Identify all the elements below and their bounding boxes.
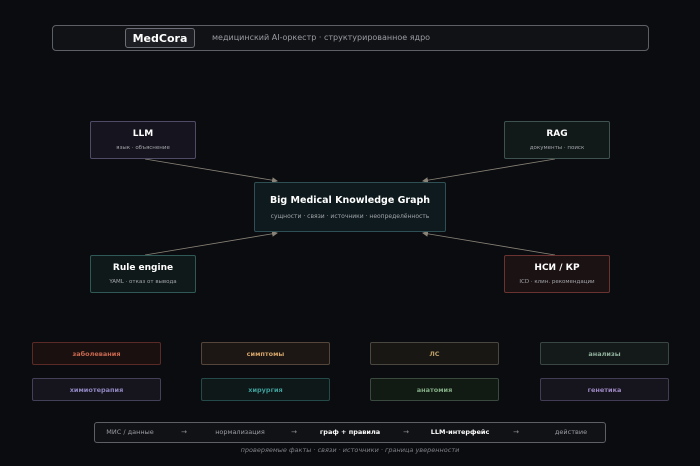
pipeline-bar: МИС / данные → нормализация → граф + пра… [94,422,606,443]
category-surgery[interactable]: хирургия [201,378,330,401]
arrow-llm-to-graph [144,158,278,184]
pipeline-arrow: → [291,428,297,436]
category-anatomy[interactable]: анатомия [370,378,499,401]
category-lab-tests[interactable]: анализы [540,342,669,365]
pipeline-step-llm-interface: LLM-интерфейс [430,428,490,436]
category-genetics[interactable]: генетика [540,378,669,401]
footer-caption: проверяемые факты · связи · источники · … [240,446,460,454]
node-rag-title: RAG [546,129,568,139]
node-llm[interactable]: LLM язык · объяснение [90,121,196,159]
node-llm-title: LLM [132,129,154,139]
pipeline-step-graph-rules: граф + правила [319,428,381,436]
node-nsi-kr-subtitle: ICD · клин. рекомендации [519,279,595,285]
node-rule-engine-title: Rule engine [112,263,174,273]
arrow-rag-to-graph [422,158,556,184]
node-llm-subtitle: язык · объяснение [116,145,170,151]
arrow-rule-to-graph [144,230,278,256]
category-chemotherapy[interactable]: химиотерапия [32,378,161,401]
node-rag[interactable]: RAG документы · поиск [504,121,610,159]
category-drugs[interactable]: ЛС [370,342,499,365]
node-knowledge-graph-title: Big Medical Knowledge Graph [269,194,431,206]
pipeline-step-source: МИС / данные [106,428,154,436]
node-rule-engine-subtitle: YAML · отказ от вывода [109,279,177,285]
pipeline-arrow: → [513,428,519,436]
arrow-nsi-to-graph [422,230,556,256]
node-nsi-kr[interactable]: НСИ / КР ICD · клин. рекомендации [504,255,610,293]
node-nsi-kr-title: НСИ / КР [534,263,580,273]
pipeline-arrow: → [181,428,187,436]
category-symptoms[interactable]: симптомы [201,342,330,365]
node-rag-subtitle: документы · поиск [529,145,585,151]
node-knowledge-graph-subtitle: сущности · связи · источники · неопредел… [270,212,430,220]
pipeline-step-action: действие [554,428,588,436]
node-rule-engine[interactable]: Rule engine YAML · отказ от вывода [90,255,196,293]
category-diseases[interactable]: заболевания [32,342,161,365]
pipeline-arrow: → [403,428,409,436]
node-knowledge-graph[interactable]: Big Medical Knowledge Graph сущности · с… [254,182,446,232]
pipeline-step-normalization: нормализация [215,428,265,436]
